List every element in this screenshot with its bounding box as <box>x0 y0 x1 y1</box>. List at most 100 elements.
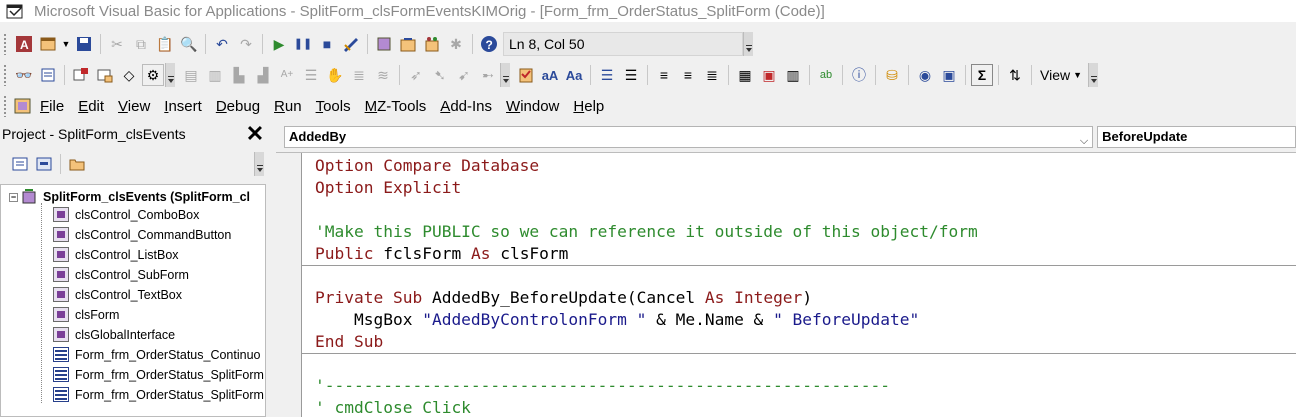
tree-item[interactable]: clsControl_SubForm <box>53 267 189 282</box>
pointer-icon[interactable]: ➶ <box>405 64 427 86</box>
pointer-2-icon[interactable]: ➷ <box>429 64 451 86</box>
eraser-icon[interactable]: ◇ <box>118 64 140 86</box>
database-icon[interactable]: ⛁ <box>881 64 903 86</box>
toolbar-overflow-button[interactable] <box>165 63 175 87</box>
save-icon[interactable] <box>73 33 95 55</box>
access-icon[interactable]: A <box>13 33 35 55</box>
menu-add-ins[interactable]: Add-Ins <box>440 98 492 115</box>
numbered-list-icon[interactable]: ☰ <box>596 64 618 86</box>
menu-help[interactable]: Help <box>573 98 604 115</box>
menubar-grip[interactable] <box>3 95 8 117</box>
cut-icon[interactable]: ✂ <box>106 33 128 55</box>
project-explorer-icon[interactable] <box>373 33 395 55</box>
find-icon[interactable]: 🔍 <box>178 33 200 55</box>
font-decrease-icon[interactable]: Aa <box>563 64 585 86</box>
toolbar-overflow-button[interactable] <box>500 63 510 87</box>
tree-item[interactable]: clsGlobalInterface <box>53 327 175 342</box>
list-properties-icon[interactable] <box>37 64 59 86</box>
align-left-icon[interactable]: ▙ <box>228 64 250 86</box>
chevron-down-icon[interactable]: ▼ <box>1073 70 1082 80</box>
run-icon[interactable]: ▶ <box>268 33 290 55</box>
code-editor[interactable]: Option Compare Database Option Explicit … <box>276 152 1296 417</box>
code-margin-indicator-bar[interactable] <box>276 153 302 417</box>
collapse-icon[interactable]: − <box>9 192 18 202</box>
object-combobox[interactable]: AddedBy ⌵ <box>284 126 1094 151</box>
prev-bookmark-icon[interactable]: ▣ <box>758 64 780 86</box>
next-bookmark-icon[interactable]: ▦ <box>734 64 756 86</box>
tree-item[interactable]: clsControl_ListBox <box>53 247 179 262</box>
clear-bookmarks-icon[interactable]: ▥ <box>782 64 804 86</box>
indent-icon[interactable]: ▤ <box>180 64 202 86</box>
menu-debug[interactable]: Debug <box>216 98 260 115</box>
list-icon[interactable]: ≣ <box>348 64 370 86</box>
settings-icon[interactable]: ⚙ <box>142 64 164 86</box>
align-right-icon[interactable]: ▟ <box>252 64 274 86</box>
sum-icon[interactable]: Σ <box>971 64 993 86</box>
procedure-combobox[interactable]: BeforeUpdate <box>1097 126 1296 148</box>
clipboard-icon[interactable] <box>515 64 537 86</box>
chevron-down-icon[interactable]: ⌵ <box>1080 131 1088 151</box>
font-size-icon[interactable]: A+ <box>276 64 298 86</box>
view-code-icon[interactable] <box>9 153 31 175</box>
tree-item[interactable]: clsControl_CommandButton <box>53 227 231 242</box>
tree-item-selected[interactable]: Form_frm_OrderStatus_SplitForm <box>53 367 264 382</box>
hand-icon[interactable]: ✋ <box>324 64 346 86</box>
tree-root-node[interactable]: − SplitForm_clsEvents (SplitForm_cl <box>9 189 250 205</box>
vba-menu-icon[interactable] <box>12 96 34 116</box>
object-browser-icon[interactable] <box>421 33 443 55</box>
undo-icon[interactable]: ↶ <box>211 33 233 55</box>
menu-file[interactable]: File <box>40 98 64 115</box>
chevron-down-icon[interactable]: ▼ <box>61 33 71 55</box>
menu-view[interactable]: View <box>118 98 150 115</box>
menu-mz-tools[interactable]: MZ-Tools <box>365 98 427 115</box>
uncomment-block-icon[interactable]: ≡ <box>677 64 699 86</box>
font-increase-icon[interactable]: aA <box>539 64 561 86</box>
toolbar-overflow-button[interactable] <box>1088 63 1099 87</box>
design-mode-icon[interactable] <box>340 33 362 55</box>
break-icon[interactable]: ❚❚ <box>292 33 314 55</box>
properties-icon[interactable] <box>397 33 419 55</box>
toggle-folders-icon[interactable] <box>66 153 88 175</box>
comment-block-icon[interactable]: ≡ <box>653 64 675 86</box>
tree-item[interactable]: clsControl_TextBox <box>53 287 182 302</box>
insert-module-icon[interactable] <box>37 33 59 55</box>
menu-tools[interactable]: Tools <box>316 98 351 115</box>
step-icon[interactable] <box>94 64 116 86</box>
help-icon[interactable]: ? <box>478 33 500 55</box>
menu-window[interactable]: Window <box>506 98 559 115</box>
sort-icon[interactable]: ⇅ <box>1004 64 1026 86</box>
window-icon[interactable]: ▣ <box>938 64 960 86</box>
toolbar-grip[interactable] <box>3 64 8 86</box>
tree-item[interactable]: clsForm <box>53 307 119 322</box>
tree-item[interactable]: Form_frm_OrderStatus_SplitForm <box>53 387 264 402</box>
menu-run[interactable]: Run <box>274 98 302 115</box>
toolbar-overflow-button[interactable] <box>254 152 264 176</box>
tree-item[interactable]: Form_frm_OrderStatus_Continuo <box>53 347 261 362</box>
toolbar-overflow-button[interactable] <box>743 32 753 56</box>
quick-info-icon[interactable]: ⓘ <box>848 64 870 86</box>
menu-insert[interactable]: Insert <box>164 98 202 115</box>
toggle-bookmark-icon[interactable]: ≣ <box>701 64 723 86</box>
view-dropdown-label[interactable]: View <box>1040 67 1070 83</box>
web-icon[interactable]: ◉ <box>914 64 936 86</box>
outdent-icon[interactable]: ▥ <box>204 64 226 86</box>
copy-icon[interactable]: ⧉ <box>130 33 152 55</box>
code-text-area[interactable]: Option Compare Database Option Explicit … <box>302 153 1296 417</box>
tree-item[interactable]: clsControl_ComboBox <box>53 207 199 222</box>
view-object-icon[interactable] <box>33 153 55 175</box>
toolbox-icon[interactable]: ✱ <box>445 33 467 55</box>
pointer-3-icon[interactable]: ➹ <box>453 64 475 86</box>
breakpoint-icon[interactable] <box>70 64 92 86</box>
close-icon[interactable]: ✕ <box>244 123 266 145</box>
redo-icon[interactable]: ↷ <box>235 33 257 55</box>
paste-icon[interactable]: 📋 <box>154 33 176 55</box>
complete-word-icon[interactable]: ab <box>815 64 837 86</box>
reset-icon[interactable]: ■ <box>316 33 338 55</box>
list-indent-icon[interactable]: ☰ <box>300 64 322 86</box>
toolbar-grip[interactable] <box>3 33 8 55</box>
binoculars-icon[interactable]: 👓 <box>13 64 35 86</box>
bullet-list-icon[interactable]: ☰ <box>620 64 642 86</box>
wrap-icon[interactable]: ≋ <box>372 64 394 86</box>
menu-edit[interactable]: Edit <box>78 98 104 115</box>
pointer-4-icon[interactable]: ➸ <box>477 64 499 86</box>
